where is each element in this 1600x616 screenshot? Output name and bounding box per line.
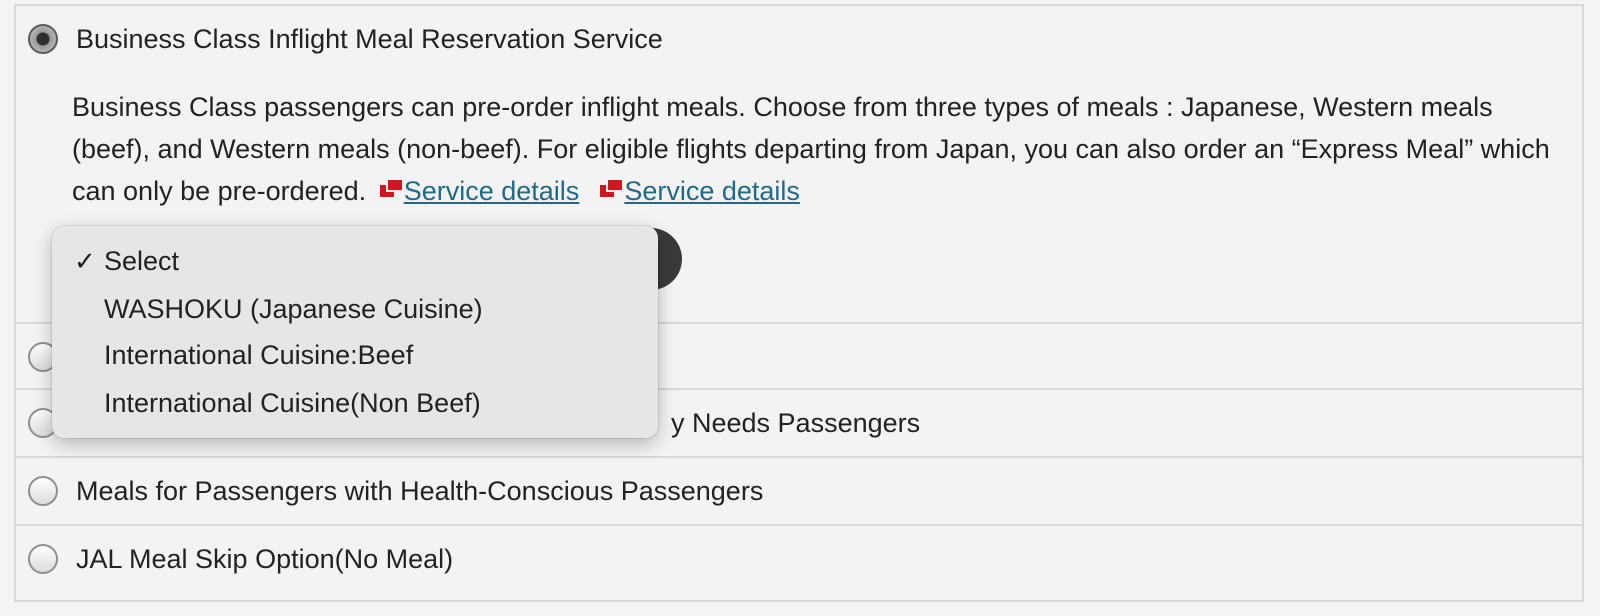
service-details-link-2[interactable]: Service details — [624, 176, 800, 206]
option-health-conscious[interactable]: Meals for Passengers with Health-Conscio… — [16, 458, 1582, 526]
radio-meal-skip[interactable] — [28, 544, 58, 574]
meal-select-dropdown[interactable]: ✓ Select WASHOKU (Japanese Cuisine) Inte… — [52, 226, 658, 438]
dropdown-option-beef[interactable]: International Cuisine:Beef — [52, 332, 658, 378]
option-label: y Needs Passengers — [671, 408, 921, 438]
option-description: Business Class passengers can pre-order … — [72, 86, 1552, 212]
description-text: Business Class passengers can pre-order … — [72, 92, 1550, 206]
radio-health-conscious[interactable] — [28, 476, 58, 506]
external-link-icon — [379, 180, 402, 198]
checkmark-icon: ✓ — [74, 246, 96, 276]
dropdown-option-select[interactable]: ✓ Select — [52, 238, 658, 284]
dropdown-option-washoku[interactable]: WASHOKU (Japanese Cuisine) — [52, 286, 658, 332]
option-meal-skip[interactable]: JAL Meal Skip Option(No Meal) — [16, 526, 1582, 600]
option-label: JAL Meal Skip Option(No Meal) — [76, 544, 454, 574]
radio-business-class-meal[interactable] — [28, 24, 58, 54]
external-link-icon — [600, 180, 623, 198]
dropdown-option-non-beef[interactable]: International Cuisine(Non Beef) — [52, 380, 658, 426]
service-details-link-1[interactable]: Service details — [404, 176, 580, 206]
option-label: Business Class Inflight Meal Reservation… — [76, 24, 663, 54]
option-label: Meals for Passengers with Health-Conscio… — [76, 476, 764, 506]
